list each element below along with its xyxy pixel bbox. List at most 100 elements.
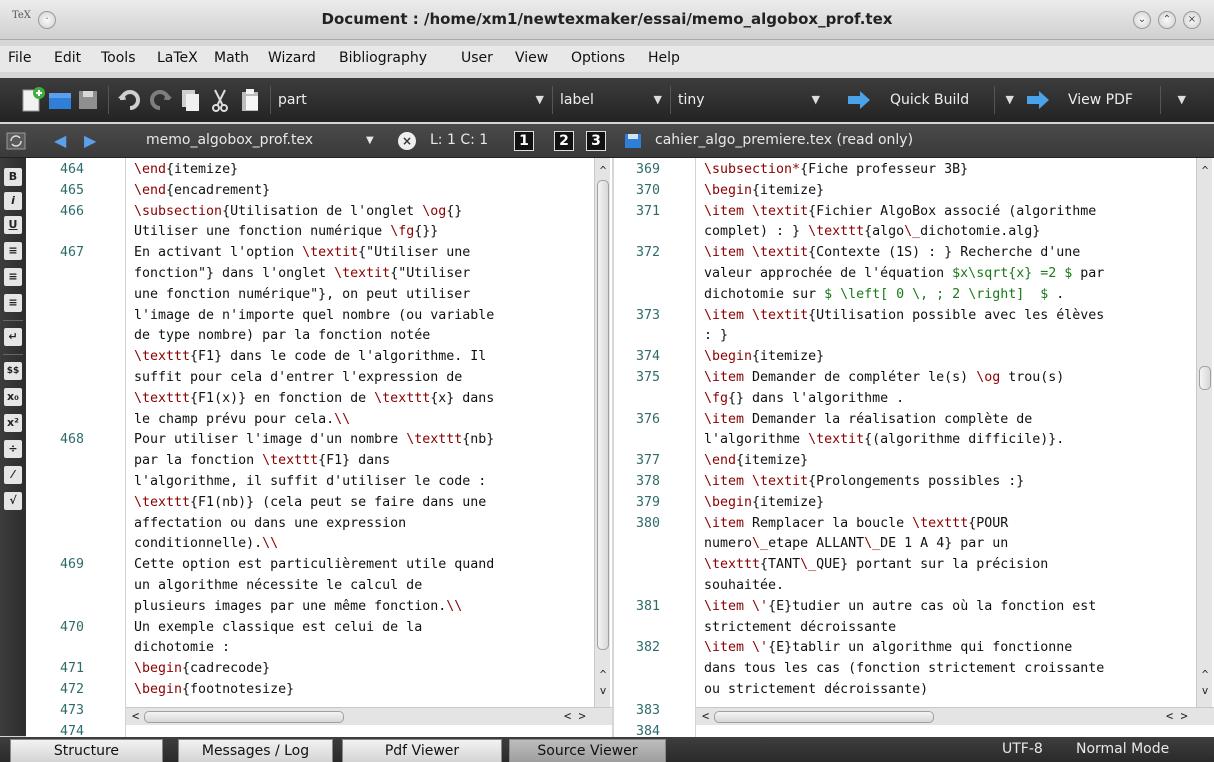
underline-button[interactable]: U — [4, 216, 22, 234]
scroll-left-icon[interactable]: < — [132, 709, 139, 723]
menu-wizard[interactable]: Wizard — [268, 50, 316, 66]
bold-button[interactable]: B — [4, 168, 22, 186]
scroll-down-icon[interactable]: v — [1199, 684, 1211, 697]
code-line: : } — [704, 328, 729, 344]
scroll-right-icon[interactable]: < > — [564, 709, 586, 723]
view-2-button[interactable]: 2 — [554, 131, 574, 151]
scrollbar-thumb[interactable] — [1199, 366, 1211, 390]
code-line: l'algorithme, il suffit d'utiliser le co… — [134, 474, 487, 489]
scroll-down-icon[interactable]: v — [597, 684, 609, 697]
line-number: 468 — [60, 432, 85, 448]
chevron-down-icon[interactable]: ▼ — [1172, 88, 1186, 112]
minimize-button[interactable]: ⌄ — [1133, 11, 1151, 29]
quick-build-button[interactable]: Quick Build — [890, 88, 969, 112]
line-number: 378 — [636, 474, 661, 489]
cursor-position: L: 1 C: 1 — [430, 132, 489, 148]
code-line: plusieurs images par une même fonction.\… — [134, 598, 463, 614]
menu-bibliography[interactable]: Bibliography — [339, 50, 427, 66]
line-number: 382 — [636, 640, 661, 656]
chevron-down-icon: ▼ — [535, 93, 544, 106]
italic-button[interactable]: i — [4, 192, 22, 210]
redo-icon[interactable] — [146, 86, 174, 114]
quick-build-arrow-icon[interactable] — [846, 88, 872, 112]
undo-icon[interactable] — [116, 86, 144, 114]
code-line: \fg{} dans l'algorithme . — [704, 390, 905, 406]
newline-button[interactable]: ↵ — [4, 328, 22, 346]
menu-options[interactable]: Options — [571, 50, 625, 66]
left-vertical-scrollbar[interactable]: ^ ^ v — [594, 158, 610, 707]
view-3-button[interactable]: 3 — [586, 131, 606, 151]
menu-latex[interactable]: LaTeX — [157, 50, 198, 66]
scrollbar-thumb[interactable] — [597, 180, 609, 650]
fraction-button[interactable]: ⁄ — [4, 466, 22, 484]
next-document-icon[interactable]: ▶ — [84, 131, 96, 150]
code-line: par la fonction \texttt{F1} dans — [134, 453, 391, 469]
menu-file[interactable]: File — [8, 50, 31, 66]
scroll-up-icon[interactable]: ^ — [1199, 668, 1211, 681]
font-size-combo-value: tiny — [678, 92, 705, 108]
code-line: \texttt{F1(nb)} (cela peut se faire dans… — [134, 494, 487, 510]
line-number: 374 — [636, 349, 661, 365]
format-side-toolbar: B i U ≡ ≡ ≡ ↵ $$ x₀ x² ÷ ⁄ √ — [0, 158, 26, 736]
previous-document-icon[interactable]: ◀ — [54, 131, 66, 150]
tab-structure[interactable]: Structure — [10, 739, 163, 762]
scroll-up-icon[interactable]: ^ — [597, 668, 609, 681]
right-vertical-scrollbar[interactable]: ^ ^ v — [1196, 158, 1212, 707]
code-line: Pour utiliser l'image d'un nombre \textt… — [134, 432, 495, 448]
paste-icon[interactable] — [236, 86, 264, 114]
sync-icon[interactable] — [6, 132, 26, 150]
scroll-left-icon[interactable]: < — [702, 709, 709, 723]
left-editor[interactable]: 464 \end{itemize} 465 \end{encadrement} 466 \… — [26, 158, 612, 737]
view-1-button[interactable]: 1 — [514, 131, 534, 151]
chevron-down-icon[interactable]: ▼ — [366, 135, 374, 146]
tab-source-viewer[interactable]: Source Viewer — [509, 739, 666, 762]
menu-edit[interactable]: Edit — [54, 50, 81, 66]
menu-tools[interactable]: Tools — [101, 50, 136, 66]
right-editor[interactable]: 369 \subsection*{Fiche professeur 3B} 370 \… — [614, 158, 1214, 737]
current-file-selector[interactable]: memo_algobox_prof.tex — [146, 132, 313, 148]
code-line: l'algorithme \textit{(algorithme diffici… — [704, 432, 1065, 448]
tab-pdf-viewer[interactable]: Pdf Viewer — [342, 739, 502, 762]
chevron-down-icon[interactable]: ▼ — [1000, 88, 1014, 112]
scrollbar-thumb[interactable] — [144, 711, 344, 723]
font-size-combo[interactable]: tiny ▼ — [678, 88, 826, 112]
scrollbar-thumb[interactable] — [714, 711, 934, 723]
code-line: suffit pour cela d'entrer l'expression d… — [134, 370, 463, 385]
code-line: \begin{itemize} — [704, 182, 825, 198]
superscript-button[interactable]: x² — [4, 414, 22, 432]
label-combo[interactable]: label ▼ — [560, 88, 668, 112]
align-center-button[interactable]: ≡ — [4, 268, 22, 286]
open-file-icon[interactable] — [46, 86, 74, 114]
part-combo[interactable]: part ▼ — [278, 88, 550, 112]
close-document-icon[interactable]: × — [398, 132, 416, 150]
new-file-icon[interactable] — [18, 86, 46, 114]
sqrt-button[interactable]: √ — [4, 492, 22, 510]
tab-messages-log[interactable]: Messages / Log — [178, 739, 333, 762]
cut-icon[interactable] — [206, 86, 234, 114]
scroll-up-icon[interactable]: ^ — [597, 164, 609, 177]
line-number: 383 — [636, 702, 661, 718]
menu-math[interactable]: Math — [214, 50, 249, 66]
scroll-right-icon[interactable]: < > — [1166, 709, 1188, 723]
menu-view[interactable]: View — [515, 50, 548, 66]
view-pdf-arrow-icon[interactable] — [1025, 88, 1051, 112]
subscript-button[interactable]: x₀ — [4, 388, 22, 406]
left-horizontal-scrollbar[interactable]: < < > — [126, 707, 612, 725]
code-line: l'image de n'importe quel nombre (ou var… — [134, 307, 495, 323]
divide-button[interactable]: ÷ — [4, 440, 22, 458]
toolbar-separator — [108, 86, 109, 114]
close-button[interactable]: × — [1183, 11, 1201, 29]
display-math-button[interactable]: $$ — [4, 362, 22, 380]
copy-icon[interactable] — [176, 86, 204, 114]
align-left-button[interactable]: ≡ — [4, 242, 22, 260]
align-right-button[interactable]: ≡ — [4, 294, 22, 312]
view-pdf-button[interactable]: View PDF — [1068, 88, 1133, 112]
menu-user[interactable]: User — [461, 50, 493, 66]
save-icon[interactable] — [74, 86, 102, 114]
right-horizontal-scrollbar[interactable]: < < > — [696, 707, 1214, 725]
menu-help[interactable]: Help — [648, 50, 680, 66]
code-line: \subsection{Utilisation de l'onglet \og{… — [134, 203, 463, 219]
scroll-up-icon[interactable]: ^ — [1199, 164, 1211, 177]
line-number: 384 — [636, 723, 661, 737]
maximize-button[interactable]: ⌃ — [1158, 11, 1176, 29]
